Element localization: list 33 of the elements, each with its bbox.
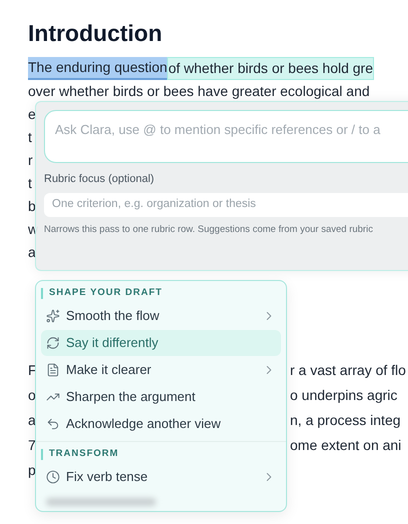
menu-item[interactable]: Acknowledge another view: [41, 411, 281, 437]
curved-arrow-icon: [46, 417, 60, 431]
clock-icon: [46, 470, 60, 484]
document-heading: Introduction: [28, 19, 162, 48]
paragraph-text: a: [28, 243, 36, 262]
menu-item[interactable]: Smooth the flow: [41, 303, 281, 329]
paragraph-text: over whether birds or bees have greater ecological and: [28, 82, 370, 101]
refresh-icon: [46, 336, 60, 350]
sparkles-icon: [46, 309, 60, 323]
paragraph-text: t: [28, 174, 32, 193]
menu-item[interactable]: Sharpen the argument: [41, 384, 281, 410]
paragraph-text: ome extent on ani: [290, 436, 402, 455]
paragraph-text: o: [28, 386, 36, 405]
paragraph-text: p: [28, 461, 36, 480]
menu-item[interactable]: Make it clearer: [41, 357, 281, 383]
paragraph-text: a: [28, 411, 36, 430]
paragraph-text: b: [28, 197, 36, 216]
highlighted-text: of whether birds or bees hold gre: [167, 57, 374, 80]
hint-text: Narrows this pass to one rubric row. Suggestions come from your saved rubric: [44, 222, 373, 236]
paragraph-text: t: [28, 128, 32, 147]
paragraph-text: 7: [28, 436, 36, 455]
paragraph-text: r a vast array of flo: [290, 361, 406, 380]
document-icon: [46, 363, 60, 377]
paragraph-text: e: [28, 105, 36, 124]
menu-section-title: SHAPE YOUR DRAFT: [49, 286, 162, 300]
menu-section-title: TRANSFORM: [49, 447, 119, 462]
selected-text: The enduring question: [28, 57, 168, 80]
paragraph-text: o underpins agric: [290, 386, 398, 405]
menu-item[interactable]: Say it differently: [41, 330, 281, 356]
paragraph-text: n, a process integ: [290, 411, 401, 430]
paragraph-text: r: [28, 151, 33, 170]
menu-item[interactable]: Fix verb tense: [41, 464, 281, 490]
field-label: Rubric focus (optional): [44, 172, 154, 187]
